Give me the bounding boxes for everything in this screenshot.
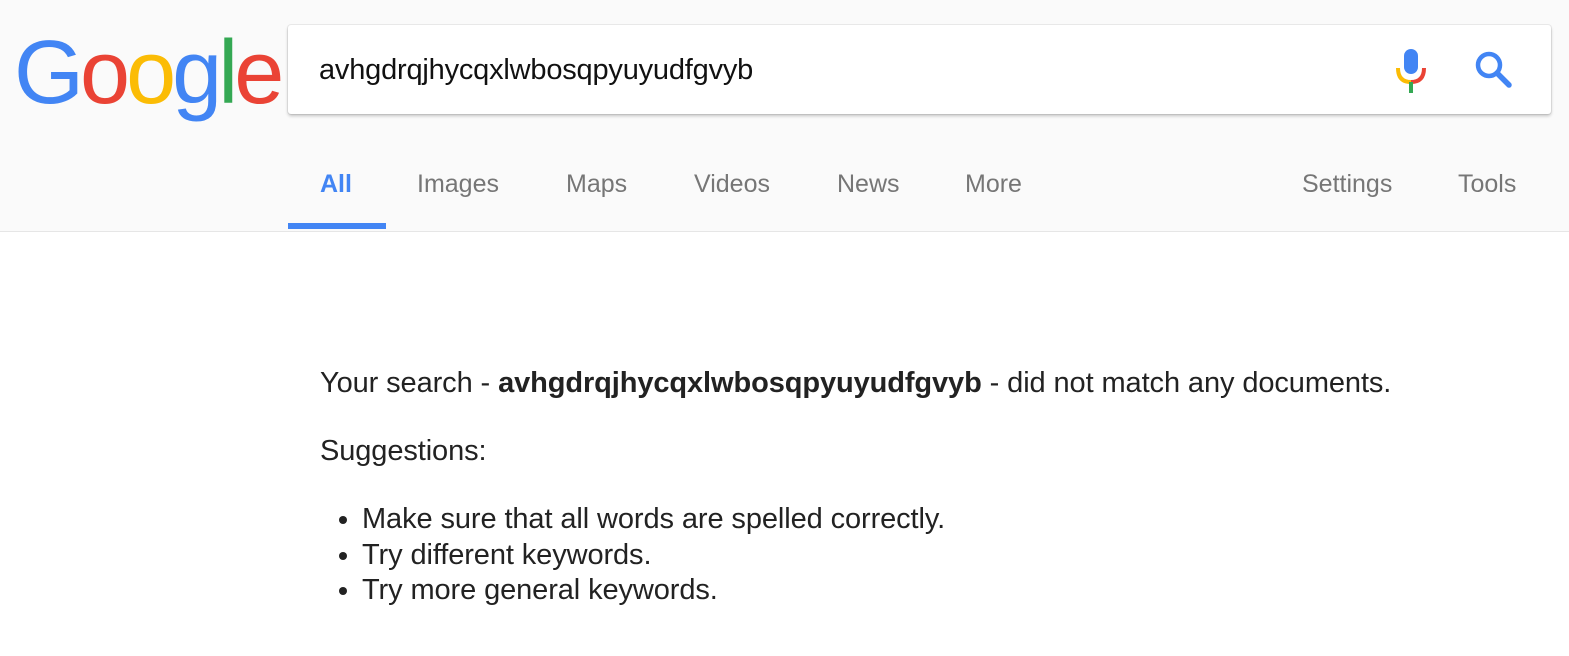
tab-more[interactable]: More [965,170,1022,199]
tab-news[interactable]: News [837,170,900,199]
logo-letter-o2: o [126,23,176,123]
microphone-icon [1396,49,1426,93]
no-results-message: Your search - avhgdrqjhycqxlwbosqpyuyudf… [320,364,1560,402]
no-match-query: avhgdrqjhycqxlwbosqpyuyudfgvyb [498,367,982,399]
logo-letter-o1: o [80,23,130,123]
logo-letter-g: G [14,23,84,123]
search-icon [1475,51,1512,88]
active-tab-indicator [288,223,386,229]
tab-images[interactable]: Images [417,170,499,199]
tab-videos[interactable]: Videos [694,170,770,199]
logo-letter-l: l [218,23,238,123]
search-box [288,25,1551,114]
tab-all[interactable]: All [320,170,352,199]
search-input[interactable] [319,47,1349,93]
header-bar: Google All Images Maps Videos News More … [0,0,1569,232]
no-match-prefix: Your search - [320,367,499,399]
search-button[interactable] [1473,49,1515,91]
suggestions-heading: Suggestions: [320,435,487,467]
suggestion-item: Try different keywords. [362,538,1560,574]
results-area: Your search - avhgdrqjhycqxlwbosqpyuyudf… [320,364,1560,609]
logo-letter-e: e [234,23,284,123]
tab-settings[interactable]: Settings [1302,170,1392,199]
suggestion-item: Make sure that all words are spelled cor… [362,502,1560,538]
voice-search-button[interactable] [1393,47,1429,95]
suggestions-list: Make sure that all words are spelled cor… [320,502,1560,609]
tab-tools[interactable]: Tools [1458,170,1516,199]
no-match-suffix: - did not match any documents. [981,367,1392,399]
google-logo[interactable]: Google [14,23,284,123]
tab-maps[interactable]: Maps [566,170,627,199]
logo-letter-g2: g [172,23,222,123]
suggestion-item: Try more general keywords. [362,573,1560,609]
